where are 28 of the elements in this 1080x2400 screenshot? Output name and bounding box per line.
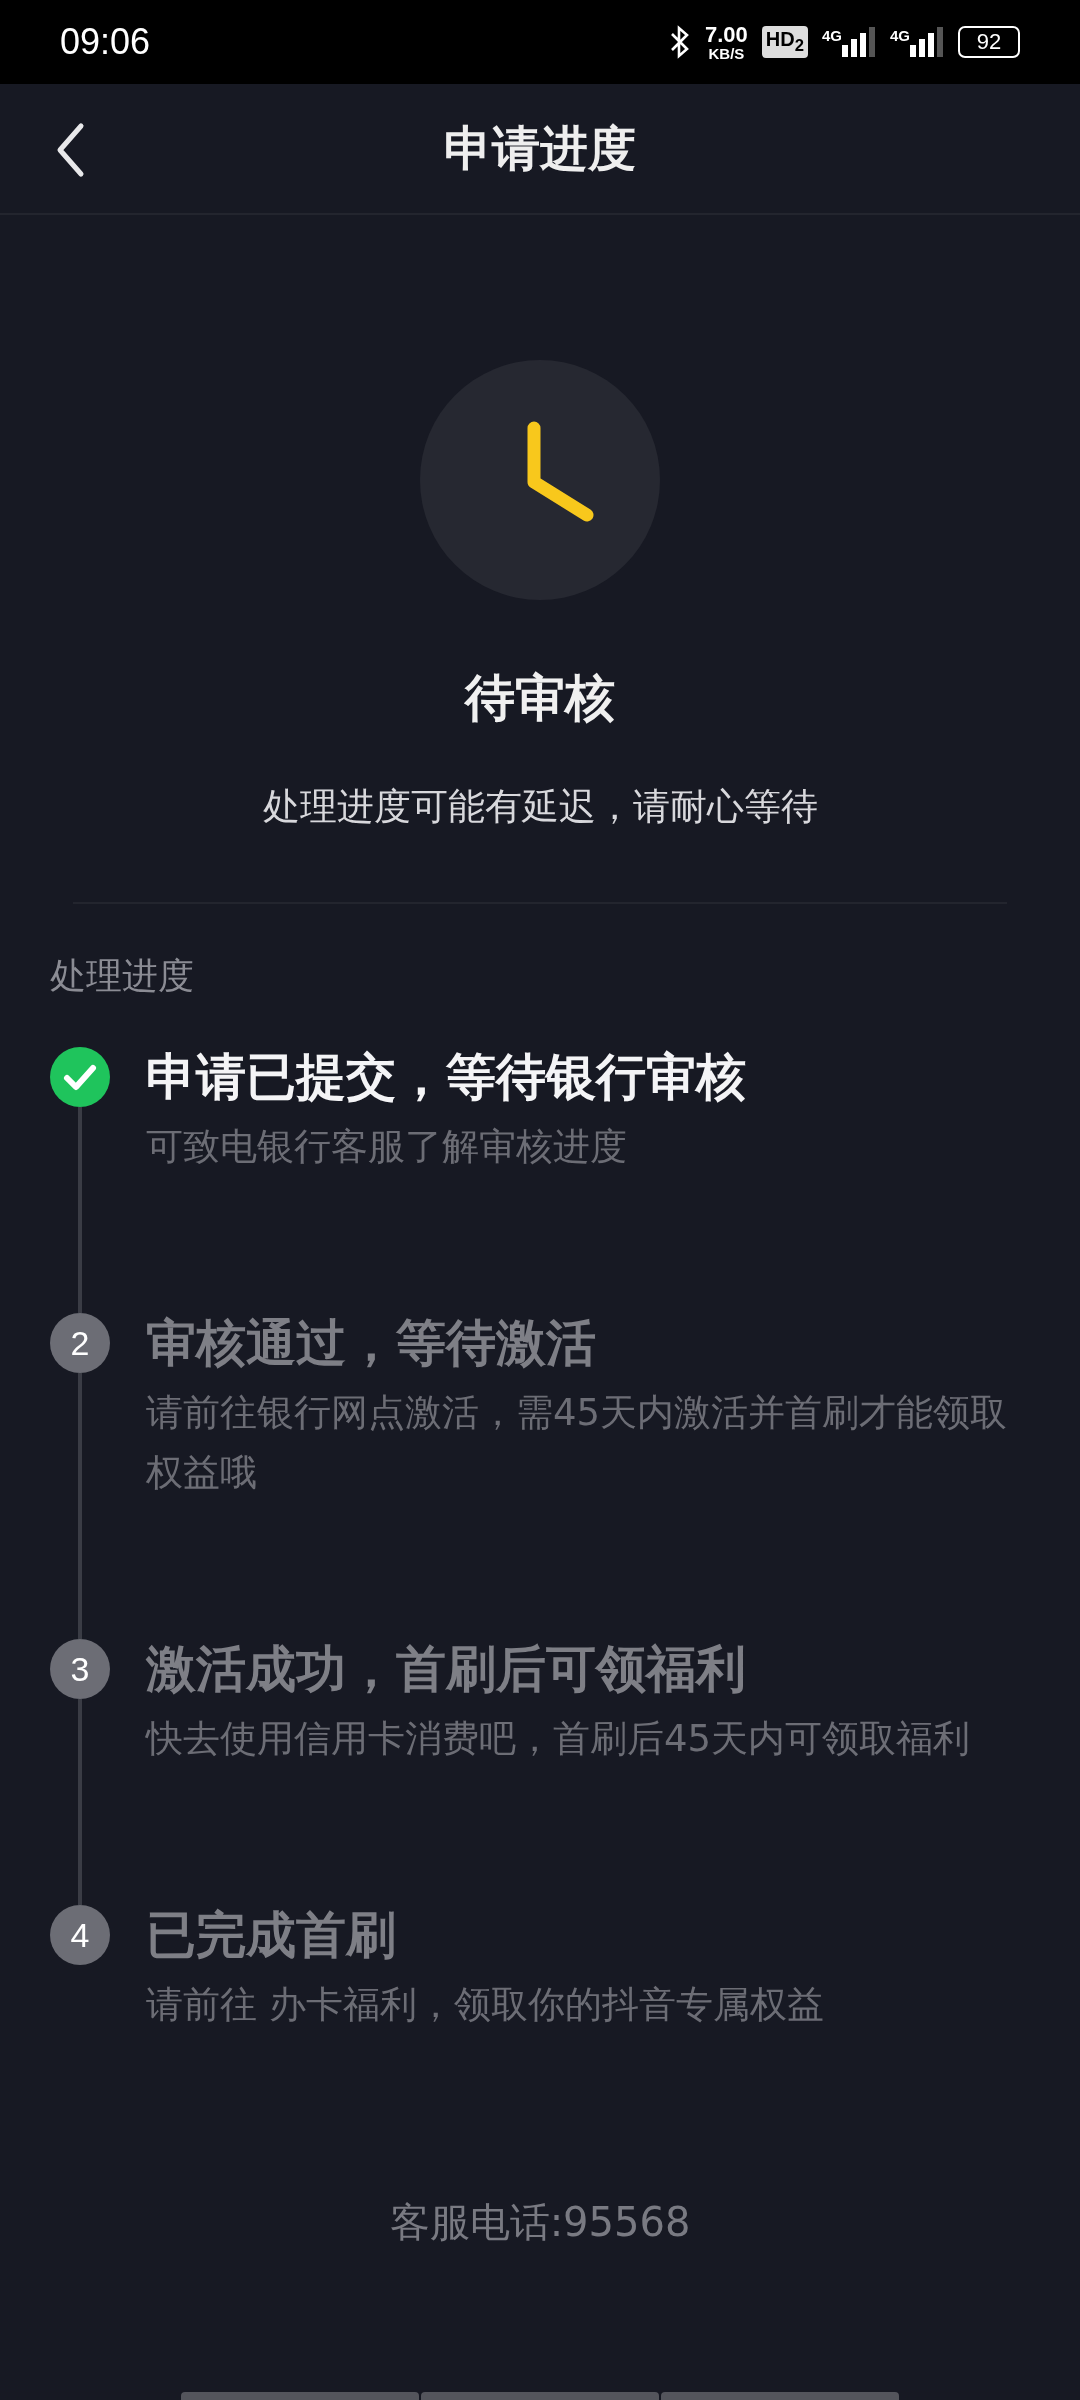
step-description: 可致电银行客服了解审核进度: [146, 1124, 628, 1170]
status-title: 待审核: [465, 668, 615, 729]
step-title: 审核通过，等待激活: [146, 1313, 597, 1374]
signal-icon: [910, 27, 944, 57]
step-description: 请前往银行网点激活，需45天内激活并首刷才能领取权益哦: [146, 1390, 1009, 1496]
step-title: 激活成功，首刷后可领福利: [146, 1639, 747, 1700]
status-subtitle: 处理进度可能有延迟，请耐心等待: [262, 784, 818, 830]
step-number: 2: [50, 1313, 110, 1373]
network-type: 4G: [821, 27, 842, 44]
hotline-text: 客服电话:95568: [389, 2198, 691, 2247]
page-title: 申请进度: [444, 118, 636, 178]
step-number: 3: [50, 1639, 110, 1699]
clock-icon: [420, 360, 660, 600]
speed-unit: KB/S: [708, 45, 745, 61]
signal-icon: [842, 27, 876, 57]
step-number: 4: [50, 1905, 110, 1965]
step-title: 申请已提交，等待银行审核: [146, 1047, 747, 1108]
status-time: 09:06: [60, 21, 151, 63]
section-title: 处理进度: [50, 954, 195, 998]
step-title: 已完成首刷: [146, 1905, 397, 1966]
battery-icon: 92: [958, 26, 1020, 58]
network-type: 4G: [890, 27, 910, 44]
bluetooth-icon: [669, 25, 691, 59]
step-description: 请前往 办卡福利，领取你的抖音专属权益: [146, 1982, 825, 2028]
back-icon[interactable]: [55, 122, 85, 178]
step-description: 快去使用信用卡消费吧，首刷后45天内可领取福利: [146, 1716, 972, 1762]
hd-badge: HD$_{2}$: [761, 26, 808, 58]
speed-value: 7.00: [705, 23, 748, 46]
